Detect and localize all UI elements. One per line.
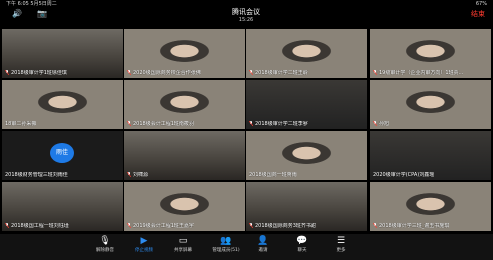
participant-name: 2018级审计学二班李寥: [249, 121, 308, 127]
mic-muted-icon: [249, 223, 254, 229]
chat-icon: 💬: [296, 236, 308, 246]
participant-name-text: 2019级会计工程1班王嘉宇: [133, 223, 194, 229]
participant-tile[interactable]: 2020级国际商务校企合作张佛: [124, 29, 245, 78]
avatar: 雨佳: [50, 143, 74, 163]
camera-switch-icon[interactable]: 📷: [37, 10, 47, 18]
mic-muted-icon: [127, 172, 132, 178]
participant-name: 孙旭: [373, 121, 389, 127]
toolbar-label: 邀请: [258, 248, 268, 253]
participant-name: 2020级国际商务校企合作张佛: [127, 70, 201, 76]
participant-tile[interactable]: 2018级审计学三班_谢玉书施琪: [370, 182, 491, 231]
participant-tile[interactable]: 2020级审计学(CPA)刘鑫瑶: [370, 131, 491, 180]
meeting-toolbar: 🎙 解除静音 ▶ 停止视频 ▭ 共享屏幕 👥 管理成员(51) 👤 邀请 💬 聊天 ☰ 更多: [0, 234, 493, 260]
toolbar-label: 停止视频: [135, 248, 153, 253]
toolbar-button-share-screen[interactable]: ▭ 共享屏幕: [161, 236, 205, 260]
participant-tile[interactable]: 2018级国商一班蒋雨: [246, 131, 367, 180]
participant-name: 2018级审计学二班王聆: [249, 70, 308, 76]
toolbar-button-video[interactable]: ▶ 停止视频: [122, 236, 166, 260]
toolbar-label: 更多: [336, 248, 346, 253]
participant-name: 2019级会计工程1班王嘉宇: [127, 223, 194, 229]
participant-tile[interactable]: 刘啸源: [124, 131, 245, 180]
toolbar-label: 聊天: [297, 248, 307, 253]
battery-level: 67%: [475, 1, 487, 7]
participant-tile[interactable]: 2018级审计学1班徐佳琪: [2, 29, 123, 78]
participant-name-text: 2018级审计学1班徐佳琪: [11, 70, 67, 76]
video-icon: ▶: [140, 236, 148, 246]
mic-muted-icon: [127, 121, 132, 127]
participant-tile[interactable]: 雨佳 2018级财务管理三班刘雨佳: [2, 131, 123, 180]
participant-name-text: 18审二孙采薇: [5, 121, 37, 127]
participant-tile[interactable]: 2018级国际商务3班齐书甜: [246, 182, 367, 231]
participant-tile[interactable]: 2018级会计工程1班南筱羽: [124, 80, 245, 129]
participant-tile[interactable]: 2019级会计工程1班王嘉宇: [124, 182, 245, 231]
status-bar: 下午 6:05 5月5日周二 67%: [0, 0, 493, 8]
toolbar-button-invite[interactable]: 👤 邀请: [241, 236, 285, 260]
participant-name-text: 2018级审计学二班李寥: [255, 121, 308, 127]
title-block: 腾讯会议 15:26: [196, 8, 296, 24]
participant-name-text: 2018级国际商务3班齐书甜: [255, 223, 316, 229]
mic-muted-icon: [249, 70, 254, 76]
more-icon: ☰: [336, 236, 346, 246]
participant-name-text: 2020级国际商务校企合作张佛: [133, 70, 201, 76]
mic-muted-icon: [5, 70, 10, 76]
speaker-icon[interactable]: 🔊: [12, 10, 22, 18]
status-time: 下午 6:05 5月5日周二: [6, 1, 57, 7]
mic-muted-icon: [373, 121, 378, 127]
participant-name: 2018级财务管理三班刘雨佳: [5, 172, 68, 178]
participant-name: 18审二孙采薇: [5, 121, 36, 127]
participant-name: 2018级国工程一班刘钰瑾: [5, 223, 69, 229]
video-grid: 2018级审计学1班徐佳琪 2020级国际商务校企合作张佛 2018级审计学二班王聆…: [0, 29, 493, 232]
participant-name-text: 2018级会计工程1班南筱羽: [133, 121, 194, 127]
mic-muted-icon: [373, 70, 378, 76]
mic-muted-icon: [127, 223, 132, 229]
participant-name-text: 2018级财务管理三班刘雨佳: [5, 172, 68, 178]
mic-muted-icon: [249, 121, 254, 127]
participant-name-text: 2018级审计学三班_谢玉书施琪: [379, 223, 450, 229]
toolbar-button-more[interactable]: ☰ 更多: [319, 236, 363, 260]
mic-muted-icon: 🎙: [99, 236, 111, 246]
participant-name-text: 2018级国商一班蒋雨: [249, 172, 297, 178]
participant-tile[interactable]: 2018级审计学二班李寥: [246, 80, 367, 129]
toolbar-button-mic-muted[interactable]: 🎙 解除静音: [83, 236, 127, 260]
participant-name-text: 孙旭: [379, 121, 390, 127]
participant-name: 刘啸源: [127, 172, 148, 178]
participant-tile[interactable]: 18审二孙采薇: [2, 80, 123, 129]
toolbar-label: 共享屏幕: [174, 248, 192, 253]
participant-tile[interactable]: 2018级国工程一班刘钰瑾: [2, 182, 123, 231]
mic-muted-icon: [127, 70, 132, 76]
invite-icon: 👤: [257, 236, 269, 246]
mic-muted-icon: [373, 223, 378, 229]
participant-name-text: 2018级审计学二班王聆: [255, 70, 308, 76]
participant-name: 2018级审计学三班_谢玉书施琪: [373, 223, 449, 229]
participant-name-text: 2018级国工程一班刘钰瑾: [11, 223, 69, 229]
participant-name-text: 19级审计学（企业内审方向）1班贾...: [379, 70, 464, 76]
participant-tile[interactable]: 孙旭: [370, 80, 491, 129]
participant-name: 2018级国际商务3班齐书甜: [249, 223, 316, 229]
participant-name: 2018级审计学1班徐佳琪: [5, 70, 67, 76]
mic-muted-icon: [5, 223, 10, 229]
toolbar-label: 解除静音: [96, 248, 114, 253]
meeting-duration: 15:26: [238, 17, 254, 23]
participant-name: 2018级会计工程1班南筱羽: [127, 121, 194, 127]
participant-name: 19级审计学（企业内审方向）1班贾...: [373, 70, 463, 76]
meeting-header: 🔊 📷 腾讯会议 15:26 结束: [0, 8, 493, 26]
participant-tile[interactable]: 2018级审计学二班王聆: [246, 29, 367, 78]
participant-name-text: 刘啸源: [133, 172, 149, 178]
end-meeting-button[interactable]: 结束: [471, 10, 485, 19]
share-screen-icon: ▭: [178, 236, 188, 246]
participant-name-text: 2020级审计学(CPA)刘鑫瑶: [373, 172, 435, 178]
participant-name: 2020级审计学(CPA)刘鑫瑶: [373, 172, 434, 178]
members-icon: 👥: [220, 236, 232, 246]
app-title: 腾讯会议: [232, 8, 260, 16]
toolbar-button-chat[interactable]: 💬 聊天: [280, 236, 324, 260]
participant-name: 2018级国商一班蒋雨: [249, 172, 297, 178]
participant-tile[interactable]: 19级审计学（企业内审方向）1班贾...: [370, 29, 491, 78]
